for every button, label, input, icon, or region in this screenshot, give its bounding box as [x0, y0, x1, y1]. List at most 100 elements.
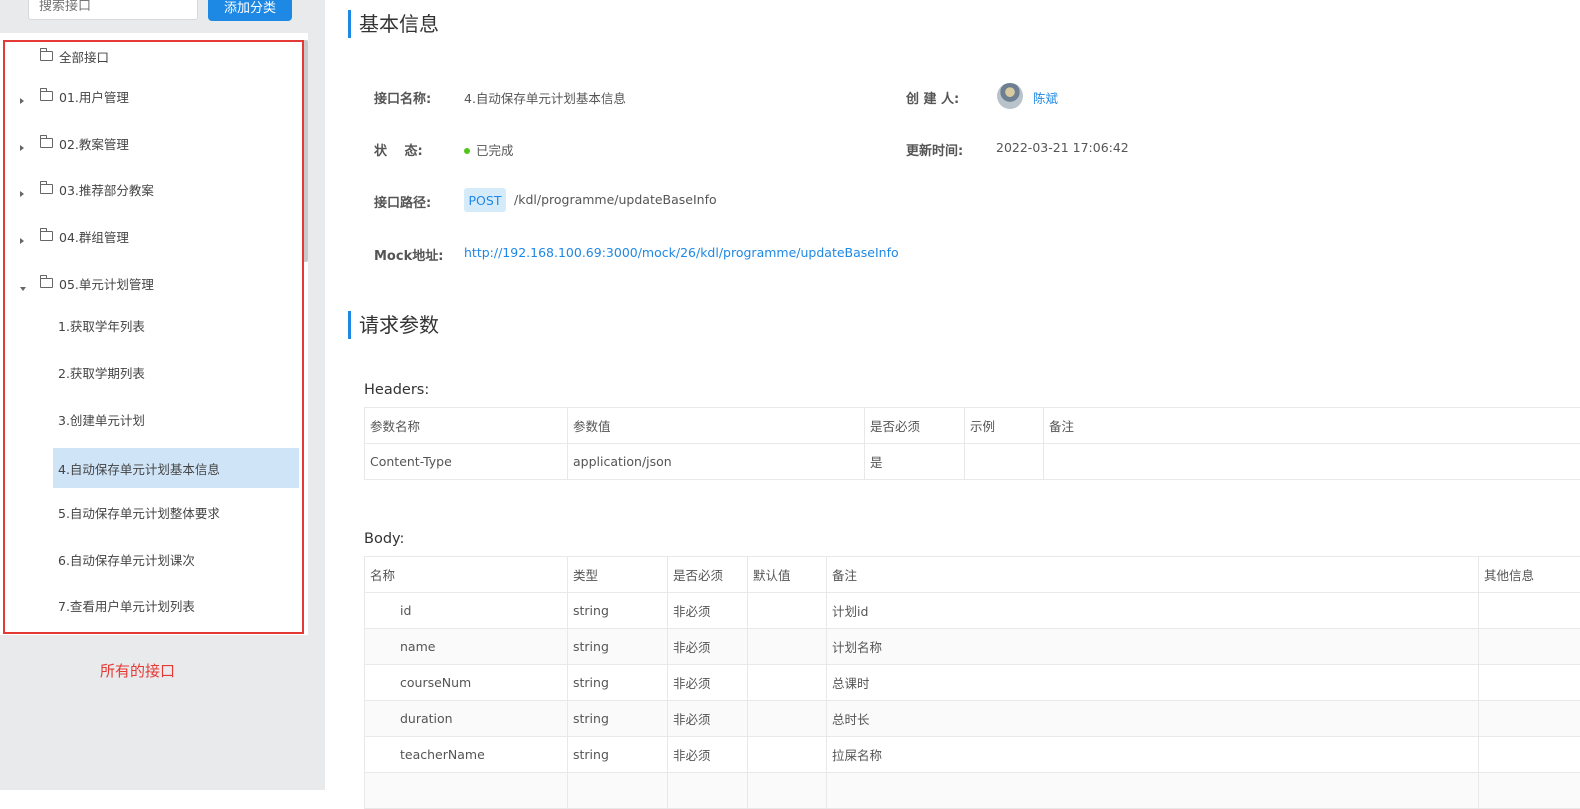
- table-cell: [1479, 701, 1580, 737]
- tree-item-7[interactable]: 7.查看用户单元计划列表: [53, 585, 299, 625]
- search-input[interactable]: [28, 0, 198, 20]
- tree-node-label: 全部接口: [59, 47, 109, 66]
- tree-folder-label: 05.单元计划管理: [59, 274, 154, 293]
- table-cell: [1044, 444, 1580, 480]
- table-cell: 是: [865, 444, 965, 480]
- table-row: [365, 773, 1580, 809]
- annotation-note: 所有的接口: [100, 660, 175, 681]
- tree-node-all[interactable]: 全部接口: [40, 46, 109, 66]
- table-cell: [748, 665, 827, 701]
- sidebar: 添加分类 全部接口 01.用户管理 02.教案管理 03.推荐部分教案 04.群…: [0, 0, 325, 790]
- status-dot-icon: [464, 148, 470, 154]
- folder-icon: [40, 184, 53, 194]
- tree-item-5[interactable]: 5.自动保存单元计划整体要求: [53, 492, 299, 532]
- column-header: 示例: [965, 408, 1044, 444]
- headers-heading: Headers:: [364, 382, 429, 398]
- tree-folder-04[interactable]: 04.群组管理: [40, 226, 129, 246]
- tree-item-6[interactable]: 6.自动保存单元计划课次: [53, 539, 299, 579]
- name-value: 4.自动保存单元计划基本信息: [464, 88, 626, 107]
- table-cell: 非必须: [668, 701, 748, 737]
- table-cell: 计划id: [827, 593, 1479, 629]
- table-row: Content-Type application/json 是: [365, 444, 1580, 480]
- table-cell: string: [568, 701, 668, 737]
- mock-url-link[interactable]: http://192.168.100.69:3000/mock/26/kdl/p…: [464, 245, 899, 260]
- table-row: courseNum string 非必须 总课时: [365, 665, 1580, 701]
- body-heading: Body:: [364, 531, 404, 547]
- column-header: 类型: [568, 557, 668, 593]
- table-cell: [1479, 773, 1580, 809]
- table-cell: [827, 773, 1479, 809]
- table-cell: [748, 701, 827, 737]
- table-cell: 非必须: [668, 629, 748, 665]
- name-label: 接口名称:: [374, 88, 431, 107]
- creator-link[interactable]: 陈斌: [1033, 88, 1058, 107]
- table-header-row: 参数名称 参数值 是否必须 示例 备注: [365, 408, 1580, 444]
- table-cell: duration: [365, 701, 568, 737]
- sidebar-toolbar: 添加分类: [0, 0, 305, 33]
- tree-folder-05[interactable]: 05.单元计划管理: [40, 273, 154, 293]
- table-cell: [748, 737, 827, 773]
- table-row: name string 非必须 计划名称: [365, 629, 1580, 665]
- table-cell: 非必须: [668, 737, 748, 773]
- folder-icon: [40, 91, 53, 101]
- tree-folder-label: 04.群组管理: [59, 227, 129, 246]
- caret-right-icon[interactable]: [20, 92, 24, 107]
- table-cell: [748, 773, 827, 809]
- column-header: 备注: [827, 557, 1479, 593]
- body-table: 名称 类型 是否必须 默认值 备注 其他信息 id string 非必须 计划i…: [364, 556, 1580, 809]
- add-category-button[interactable]: 添加分类: [208, 0, 292, 21]
- table-row: duration string 非必须 总时长: [365, 701, 1580, 737]
- caret-right-icon[interactable]: [20, 139, 24, 154]
- column-header: 名称: [365, 557, 568, 593]
- tree-item-1[interactable]: 1.获取学年列表: [53, 305, 299, 345]
- table-cell: string: [568, 629, 668, 665]
- column-header: 默认值: [748, 557, 827, 593]
- table-cell: Content-Type: [365, 444, 568, 480]
- table-cell: [1479, 629, 1580, 665]
- avatar[interactable]: [997, 83, 1023, 109]
- method-badge: POST: [464, 188, 506, 212]
- tree-item-label: 3.创建单元计划: [58, 410, 145, 429]
- path-value: /kdl/programme/updateBaseInfo: [514, 192, 717, 207]
- table-cell: [1479, 665, 1580, 701]
- tree-item-label: 2.获取学期列表: [58, 363, 145, 382]
- tree-item-label: 6.自动保存单元计划课次: [58, 550, 195, 569]
- table-cell: [748, 593, 827, 629]
- tree-item-4-active[interactable]: 4.自动保存单元计划基本信息: [53, 448, 299, 488]
- table-cell: teacherName: [365, 737, 568, 773]
- table-cell: [568, 773, 668, 809]
- column-header: 备注: [1044, 408, 1580, 444]
- tree-folder-label: 03.推荐部分教案: [59, 180, 154, 199]
- table-cell: 非必须: [668, 593, 748, 629]
- table-cell: courseNum: [365, 665, 568, 701]
- table-cell: 非必须: [668, 665, 748, 701]
- tree-folder-03[interactable]: 03.推荐部分教案: [40, 179, 154, 199]
- tree-item-2[interactable]: 2.获取学期列表: [53, 352, 299, 392]
- creator-label: 创 建 人:: [906, 88, 959, 107]
- table-cell: 总时长: [827, 701, 1479, 737]
- table-cell: [365, 773, 568, 809]
- tree-item-label: 1.获取学年列表: [58, 316, 145, 335]
- column-header: 参数值: [568, 408, 865, 444]
- table-cell: [1479, 593, 1580, 629]
- table-cell: 计划名称: [827, 629, 1479, 665]
- headers-table: 参数名称 参数值 是否必须 示例 备注 Content-Type applica…: [364, 407, 1580, 480]
- table-cell: 总课时: [827, 665, 1479, 701]
- tree-item-3[interactable]: 3.创建单元计划: [53, 399, 299, 439]
- folder-icon: [40, 231, 53, 241]
- caret-right-icon[interactable]: [20, 232, 24, 247]
- caret-down-icon[interactable]: [20, 279, 26, 294]
- caret-right-icon[interactable]: [20, 185, 24, 200]
- interface-tree: 全部接口 01.用户管理 02.教案管理 03.推荐部分教案 04.群组管理 0…: [0, 33, 308, 635]
- column-header: 是否必须: [865, 408, 965, 444]
- updated-value: 2022-03-21 17:06:42: [996, 140, 1129, 155]
- tree-scrollbar[interactable]: [303, 40, 308, 262]
- tree-folder-01[interactable]: 01.用户管理: [40, 86, 129, 106]
- folder-icon: [40, 278, 53, 288]
- table-header-row: 名称 类型 是否必须 默认值 备注 其他信息: [365, 557, 1580, 593]
- status-text: 已完成: [476, 143, 514, 158]
- tree-folder-label: 01.用户管理: [59, 87, 129, 106]
- table-cell: string: [568, 593, 668, 629]
- column-header: 其他信息: [1479, 557, 1580, 593]
- tree-folder-02[interactable]: 02.教案管理: [40, 133, 129, 153]
